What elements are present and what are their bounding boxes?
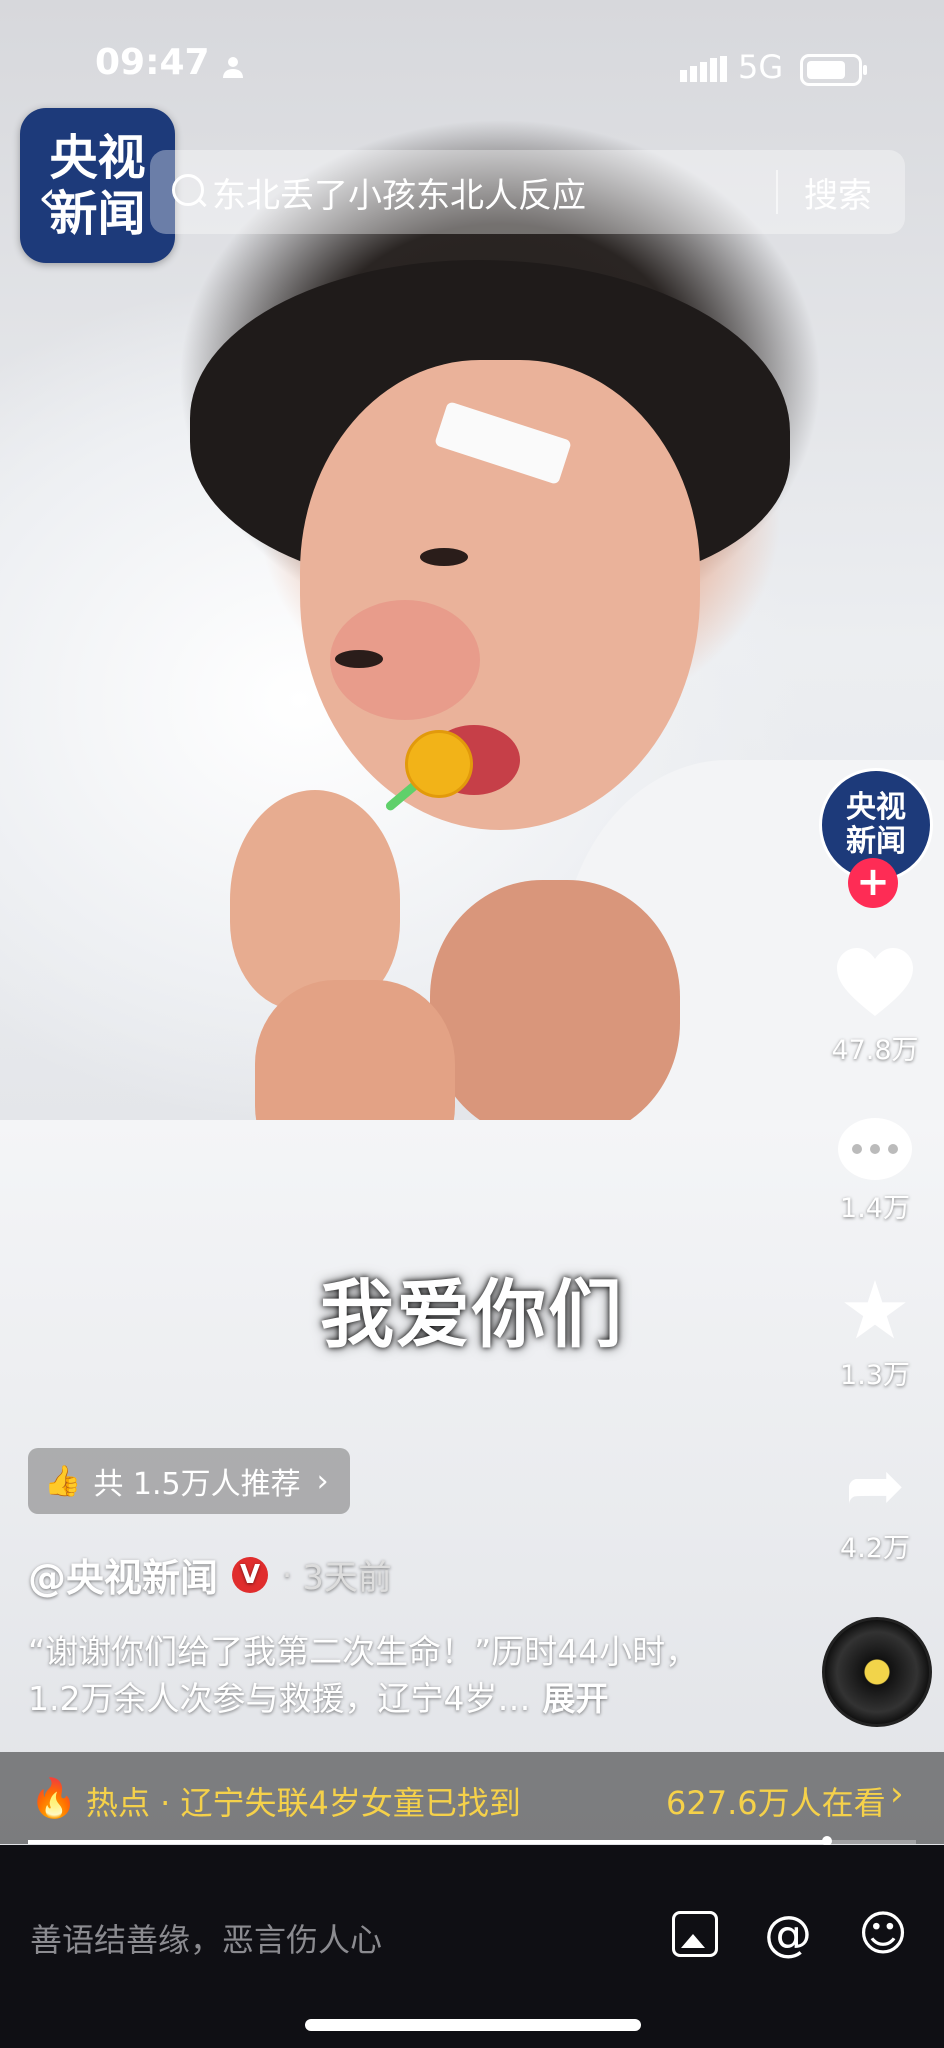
fire-icon: 🔥 bbox=[30, 1776, 78, 1820]
logo-text-line2: 新闻 bbox=[49, 185, 146, 242]
video-content bbox=[335, 650, 383, 668]
recommend-label: 共 1.5万人推荐 bbox=[93, 1467, 301, 1502]
post-description[interactable]: “谢谢你们给了我第二次生命！”历时44小时，1.2万余人次参与救援，辽宁4岁… 展… bbox=[28, 1628, 728, 1722]
chevron-right-icon: › bbox=[890, 1774, 904, 1814]
music-disc-icon[interactable] bbox=[822, 1617, 932, 1727]
like-button[interactable]: 47.8万 bbox=[820, 948, 930, 1067]
search-button[interactable]: 搜索 bbox=[804, 168, 872, 217]
hot-topic-bar[interactable]: 🔥 热点 · 辽宁失联4岁女童已找到 627.6万人在看 › bbox=[0, 1752, 944, 1844]
video-content bbox=[405, 730, 473, 798]
person-icon bbox=[223, 57, 243, 78]
search-bar[interactable]: 东北丢了小孩东北人反应 搜索 bbox=[150, 150, 905, 234]
video-content bbox=[420, 548, 468, 566]
video-content bbox=[430, 880, 680, 1140]
recommend-pill[interactable]: 👍 共 1.5万人推荐 › bbox=[28, 1448, 350, 1514]
comment-input[interactable]: 善语结善缘，恶言伤人心 bbox=[30, 1915, 382, 1961]
author-name[interactable]: @央视新闻 bbox=[28, 1547, 218, 1602]
avatar-text-line1: 央视 bbox=[846, 790, 906, 825]
separator-dot: · bbox=[282, 1555, 293, 1594]
thumbs-up-icon: 👍 bbox=[44, 1463, 82, 1499]
status-time: 09:47 bbox=[95, 42, 210, 83]
verified-badge-icon: V bbox=[232, 1556, 269, 1593]
back-arrow-icon[interactable]: ‹ bbox=[38, 170, 56, 224]
comment-bar: 善语结善缘，恶言伤人心 @ ☺ bbox=[0, 1845, 944, 2048]
comment-icon bbox=[838, 1118, 912, 1180]
battery-icon bbox=[800, 54, 867, 86]
follow-button[interactable]: + bbox=[848, 858, 898, 908]
post-time: 3天前 bbox=[302, 1558, 392, 1598]
expand-link[interactable]: 展开 bbox=[542, 1679, 608, 1718]
network-type: 5G bbox=[738, 48, 784, 86]
signal-icon bbox=[680, 56, 727, 82]
video-content bbox=[230, 790, 400, 1010]
search-query[interactable]: 东北丢了小孩东北人反应 bbox=[212, 168, 586, 217]
viewer-count: 627.6万人在看 bbox=[666, 1784, 886, 1822]
chevron-right-icon: › bbox=[316, 1463, 329, 1499]
avatar-text-line2: 新闻 bbox=[846, 824, 906, 859]
heart-icon bbox=[837, 948, 913, 1016]
favorite-button[interactable]: ★ 1.3万 bbox=[820, 1264, 930, 1392]
author-line: @央视新闻 V · 3天前 bbox=[28, 1547, 392, 1602]
comment-button[interactable]: 1.4万 bbox=[820, 1118, 930, 1225]
video-subtitle: 我爱你们 bbox=[320, 1272, 624, 1358]
progress-fill bbox=[28, 1840, 828, 1844]
share-count: 4.2万 bbox=[840, 1533, 910, 1564]
logo-text-line1: 央视 bbox=[49, 129, 146, 186]
at-mention-icon[interactable]: @ bbox=[764, 1910, 812, 1958]
search-icon bbox=[172, 174, 204, 206]
comment-count: 1.4万 bbox=[840, 1193, 910, 1224]
emoji-icon[interactable]: ☺ bbox=[858, 1910, 908, 1958]
home-indicator[interactable] bbox=[305, 2019, 641, 2031]
share-button[interactable]: ➦ 4.2万 bbox=[820, 1443, 930, 1565]
share-arrow-icon: ➦ bbox=[844, 1443, 906, 1527]
video-progress-bar[interactable] bbox=[28, 1836, 916, 1846]
star-icon: ★ bbox=[839, 1264, 911, 1357]
search-divider bbox=[776, 170, 778, 214]
like-count: 47.8万 bbox=[831, 1035, 919, 1066]
hot-topic-label: 热点 · 辽宁失联4岁女童已找到 bbox=[86, 1784, 521, 1822]
favorite-count: 1.3万 bbox=[840, 1360, 910, 1391]
image-icon[interactable] bbox=[672, 1911, 718, 1957]
